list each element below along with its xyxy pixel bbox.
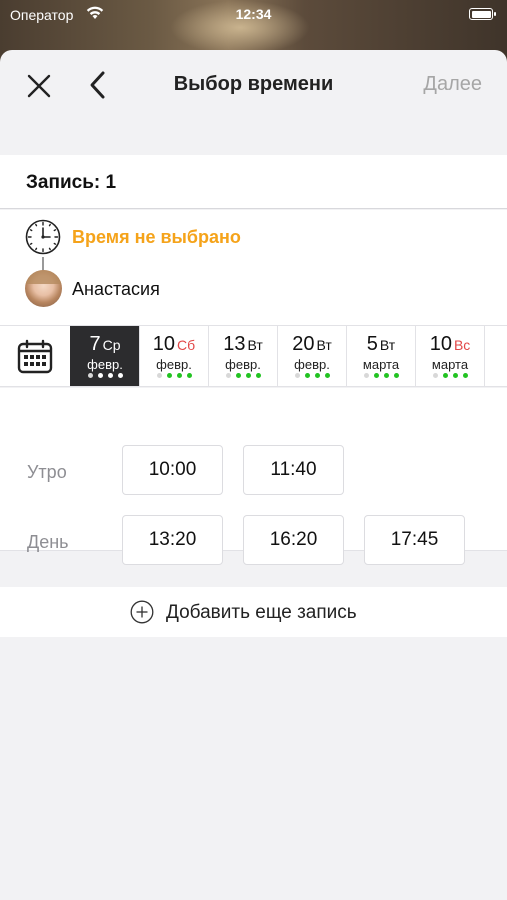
availability-dots — [347, 373, 415, 379]
availability-dot — [462, 373, 468, 378]
date-weekday: Ср — [102, 337, 121, 353]
date-month: м — [485, 357, 507, 372]
calendar-button[interactable] — [0, 326, 70, 386]
date-day-number: 5 — [366, 333, 378, 355]
time-slot-morning[interactable]: 10:00 — [122, 445, 223, 495]
record-info: Время не выбрано Анастасия — [0, 210, 507, 325]
availability-dot — [107, 373, 113, 378]
navigation-bar: Выбор времени Далее — [0, 50, 507, 120]
availability-dot — [324, 373, 330, 378]
availability-dots — [140, 373, 208, 379]
availability-dots — [485, 373, 507, 379]
date-heading: 13 Вт — [209, 333, 277, 356]
date-cell[interactable]: 12м — [484, 326, 507, 386]
availability-dot — [117, 373, 123, 378]
date-cell[interactable]: 10 Сб февр. — [139, 326, 208, 386]
date-cell[interactable]: 5 Вт марта — [346, 326, 415, 386]
date-cell[interactable]: 13 Вт февр. — [208, 326, 277, 386]
calendar-icon — [17, 339, 53, 374]
date-weekday: Вс — [453, 337, 471, 353]
availability-dot — [225, 373, 231, 378]
date-heading: 12 — [485, 333, 507, 356]
date-heading: 5 Вт — [347, 333, 415, 356]
date-day-number: 20 — [292, 333, 315, 355]
date-heading: 7 Ср — [71, 333, 139, 356]
availability-dot — [186, 373, 192, 378]
availability-dot — [304, 373, 310, 378]
clock-time: 12:34 — [235, 6, 272, 22]
availability-dot — [373, 373, 379, 378]
date-weekday: Вт — [316, 337, 332, 353]
time-slot-day[interactable]: 16:20 — [243, 515, 344, 565]
availability-dot — [87, 373, 93, 378]
availability-dot — [432, 373, 438, 378]
status-bar: Оператор 12:34 — [0, 0, 507, 30]
date-cell[interactable]: 7 Ср февр. — [70, 326, 139, 386]
date-month: марта — [431, 357, 469, 372]
date-heading: 10 Вс — [416, 333, 484, 356]
availability-dots — [209, 373, 277, 379]
date-weekday: Вт — [379, 337, 396, 353]
add-record-button[interactable]: Добавить еще запись — [0, 587, 507, 637]
master-name: Анастасия — [72, 279, 160, 299]
date-heading: 10 Сб — [140, 333, 208, 356]
time-slot-day[interactable]: 17:45 — [364, 515, 465, 565]
record-title: Запись: 1 — [26, 172, 117, 193]
day-label: День — [27, 532, 69, 552]
availability-dot — [452, 373, 458, 378]
date-month: февр. — [87, 357, 123, 372]
date-day-number: 10 — [429, 333, 452, 355]
morning-label: Утро — [27, 462, 67, 482]
plus-circle-icon — [130, 600, 154, 624]
timeline-connector — [42, 257, 44, 271]
availability-dot — [156, 373, 162, 378]
date-weekday: Сб — [177, 337, 196, 353]
time-status-label: Время не выбрано — [72, 227, 241, 247]
availability-dots — [71, 373, 139, 379]
date-heading: 20 Вт — [278, 333, 346, 356]
availability-dots — [278, 373, 346, 379]
availability-dots — [416, 373, 484, 379]
record-header: Запись: 1 — [0, 155, 507, 209]
date-day-number: 7 — [89, 333, 101, 355]
modal-sheet: Выбор времени Далее Запись: 1 Время не в… — [0, 50, 507, 900]
time-slot-morning[interactable]: 11:40 — [243, 445, 344, 495]
time-slots: Утро 10:00 11:40 День 13:20 16:20 17:45 — [0, 388, 507, 565]
availability-dot — [255, 373, 261, 378]
add-record-label: Добавить еще запись — [166, 602, 357, 623]
availability-dot — [294, 373, 300, 378]
date-month: марта — [362, 357, 400, 372]
time-slot-day[interactable]: 13:20 — [122, 515, 223, 565]
date-weekday: Вт — [247, 337, 263, 353]
battery-icon — [469, 8, 496, 20]
avatar — [25, 270, 62, 307]
date-cell[interactable]: 10 Вс марта — [415, 326, 484, 386]
availability-dot — [442, 373, 448, 378]
date-month: февр. — [156, 357, 192, 372]
availability-dot — [166, 373, 172, 378]
date-day-number: 13 — [223, 333, 246, 355]
availability-dot — [393, 373, 399, 378]
next-button[interactable]: Далее — [423, 73, 482, 96]
availability-dot — [314, 373, 320, 378]
date-day-number: 10 — [152, 333, 176, 355]
clock-icon — [25, 219, 61, 255]
availability-dot — [97, 373, 103, 378]
availability-dot — [383, 373, 389, 378]
date-strip[interactable]: 7 Ср февр. 10 Сб февр. 13 Вт февр. 20 Вт февр. 5 Вт ма… — [0, 325, 507, 387]
date-month: февр. — [225, 357, 261, 372]
date-cell[interactable]: 20 Вт февр. — [277, 326, 346, 386]
availability-dot — [363, 373, 369, 378]
date-month: февр. — [294, 357, 330, 372]
availability-dot — [176, 373, 182, 378]
availability-dot — [245, 373, 251, 378]
availability-dot — [235, 373, 241, 378]
